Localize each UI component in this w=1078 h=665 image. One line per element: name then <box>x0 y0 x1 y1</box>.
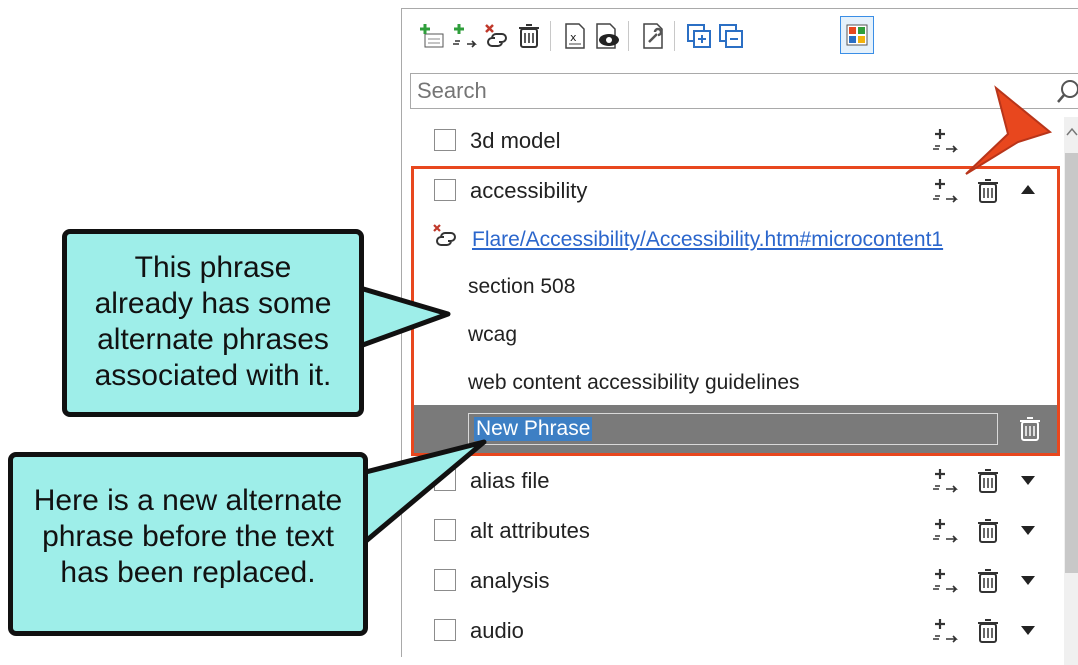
scrollbar-thumb[interactable] <box>1065 153 1078 573</box>
add-alternate-icon[interactable] <box>932 567 962 595</box>
grid-view-button[interactable] <box>840 16 874 54</box>
scroll-up-icon[interactable] <box>1066 127 1078 137</box>
search-input[interactable] <box>417 77 1037 105</box>
scrollbar[interactable] <box>1064 117 1078 665</box>
toolbar: x <box>402 9 1078 65</box>
expand-arrow-icon[interactable] <box>1020 575 1036 587</box>
add-alternate-icon[interactable] <box>932 617 962 645</box>
unlink-icon[interactable] <box>482 19 512 53</box>
add-alternate-icon[interactable] <box>932 127 962 155</box>
trash-icon[interactable] <box>976 467 1000 495</box>
expand-arrow-icon[interactable] <box>1020 625 1036 637</box>
callout-box-top: This phrase already has some alternate p… <box>62 229 364 417</box>
expand-arrow-icon[interactable] <box>1020 475 1036 487</box>
expand-arrow-icon[interactable] <box>1020 525 1036 537</box>
excel-icon[interactable]: x <box>560 19 590 53</box>
trash-icon[interactable] <box>976 517 1000 545</box>
preview-icon[interactable] <box>592 19 622 53</box>
callout-box-bottom: Here is a new alternate phrase before th… <box>8 452 368 636</box>
highlight-box <box>411 166 1060 456</box>
row-checkbox[interactable] <box>434 129 456 151</box>
grid-view-icon <box>846 24 868 46</box>
add-alternate-icon[interactable] <box>932 517 962 545</box>
properties-icon[interactable] <box>638 19 668 53</box>
svg-text:x: x <box>570 31 577 44</box>
add-alternate-icon[interactable] <box>932 467 962 495</box>
callout-text-bottom: Here is a new alternate phrase before th… <box>33 484 343 589</box>
callout-text-top: This phrase already has some alternate p… <box>94 251 332 392</box>
trash-icon[interactable] <box>514 19 544 53</box>
trash-icon[interactable] <box>976 567 1000 595</box>
add-phrase-icon[interactable] <box>418 19 448 53</box>
collapse-all-icon[interactable] <box>716 19 746 53</box>
expand-all-icon[interactable] <box>684 19 714 53</box>
trash-icon[interactable] <box>976 617 1000 645</box>
phrase-label: 3d model <box>470 128 561 153</box>
pointer-arrow-icon <box>965 85 1053 175</box>
add-alternate-icon[interactable] <box>450 19 480 53</box>
